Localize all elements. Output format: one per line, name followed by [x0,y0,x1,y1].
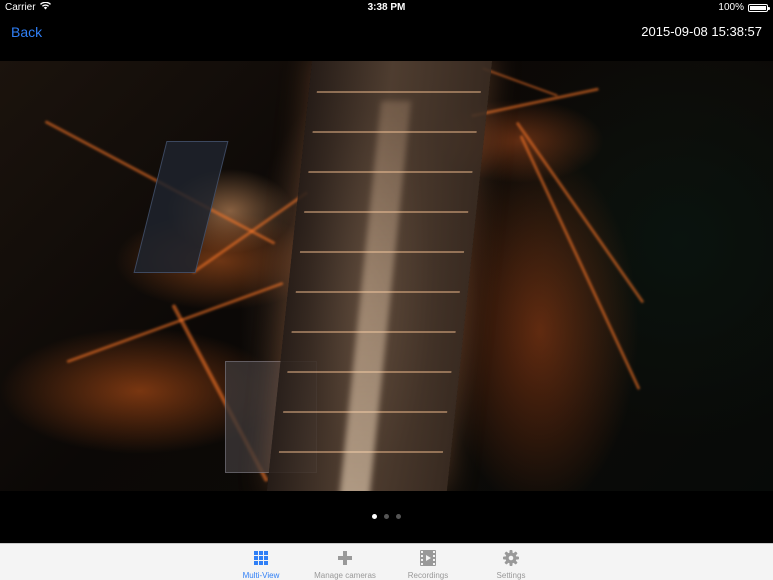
tab-label: Manage cameras [314,571,376,580]
gear-icon [471,548,551,568]
page-dot[interactable] [396,514,401,519]
page-dot[interactable] [372,514,377,519]
status-time: 3:38 PM [367,2,406,13]
plus-icon [305,548,385,568]
road-light [482,67,558,97]
back-button[interactable]: Back [11,24,42,40]
tab-settings[interactable]: Settings [471,548,551,580]
tab-label: Multi-View [242,571,280,580]
tab-recordings[interactable]: Recordings [388,548,468,580]
app-screen: Carrier 3:38 PM 100% Back 2015-09-08 15:… [0,0,773,580]
battery-percent: 100% [718,2,744,13]
road-light [519,134,641,391]
page-dot[interactable] [384,514,389,519]
tab-label: Recordings [407,571,449,580]
camera-timestamp: 2015-09-08 15:38:57 [641,24,762,39]
battery-group: 100% [718,2,770,13]
status-bar: Carrier 3:38 PM 100% [0,0,773,16]
road-light [515,121,645,304]
tab-label: Settings [496,571,526,580]
grid-icon [221,548,301,568]
navigation-bar: Back 2015-09-08 15:38:57 [0,16,773,60]
battery-level [750,5,766,10]
tab-multi-view[interactable]: Multi-View [221,548,301,580]
road-light [471,87,599,118]
film-icon [388,548,468,568]
battery-icon [748,3,770,12]
page-indicator[interactable] [0,514,773,520]
tab-manage-cameras[interactable]: Manage cameras [305,548,385,580]
building [133,141,229,273]
camera-feed-image[interactable] [0,61,773,491]
tab-bar: Multi-View Manage cameras Recordings Set… [0,543,773,580]
road-light [66,281,284,364]
